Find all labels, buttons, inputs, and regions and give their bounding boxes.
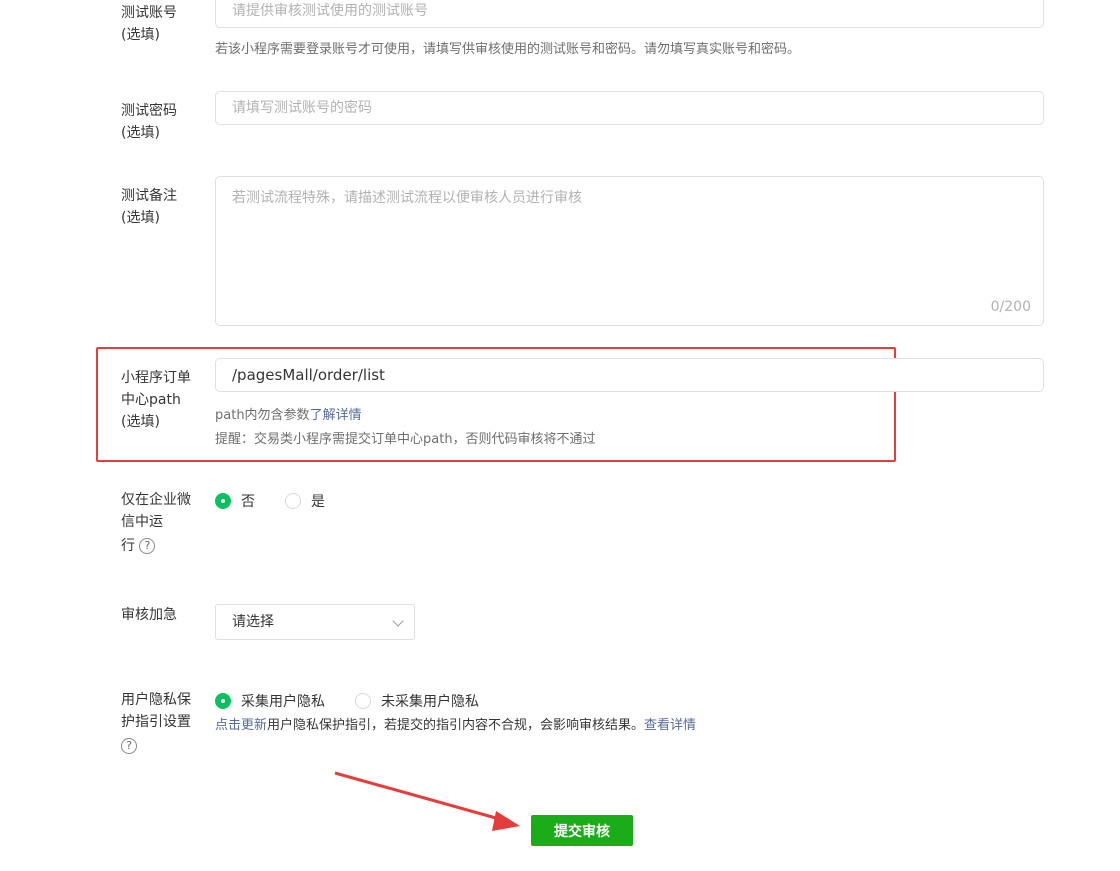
arrow-shaft	[334, 771, 504, 822]
arrow-head	[492, 811, 520, 831]
submit-review-button[interactable]: 提交审核	[531, 815, 633, 846]
annotation-arrow	[334, 771, 520, 831]
